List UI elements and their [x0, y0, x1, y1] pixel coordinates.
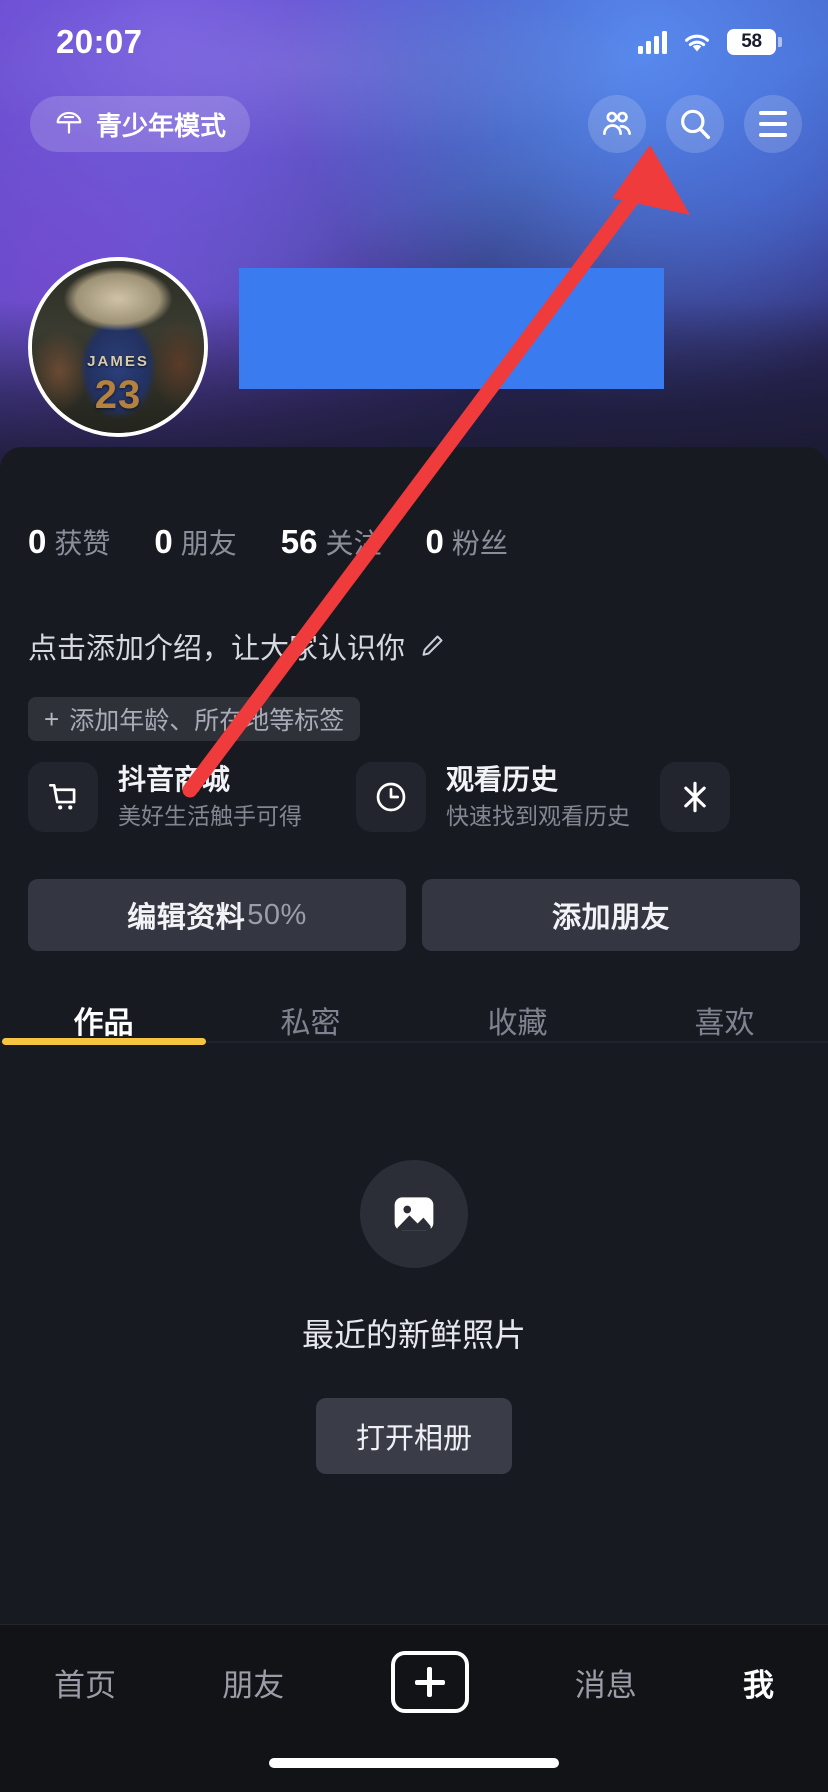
add-friend-label: 添加朋友: [551, 902, 670, 934]
nav-label: 消息: [574, 1667, 637, 1703]
clock-icon: [376, 782, 406, 812]
stat-value: 0: [425, 523, 444, 560]
create-post-button[interactable]: [390, 1651, 469, 1713]
wifi-icon: [685, 34, 709, 52]
stat-value: 56: [280, 523, 318, 560]
shortcut-spark-partial[interactable]: [660, 762, 730, 832]
status-bar-indicators: 58: [638, 29, 782, 55]
pencil-icon[interactable]: [417, 631, 447, 661]
stat-likes[interactable]: 0 获赞: [28, 522, 110, 562]
status-bar: 20:07 58: [0, 0, 828, 84]
shopping-cart-icon: [48, 783, 76, 810]
nav-label: 朋友: [222, 1667, 285, 1703]
battery-icon: 58: [727, 29, 782, 55]
stat-friends[interactable]: 0 朋友: [154, 522, 236, 562]
stat-followers[interactable]: 0 粉丝: [425, 522, 507, 562]
empty-state-title: 最近的新鲜照片: [301, 1317, 526, 1353]
avatar-jersey-name: JAMES: [87, 353, 149, 370]
friends-icon: [603, 111, 631, 135]
nav-label: 我: [743, 1667, 774, 1703]
shortcut-subtitle: 美好生活触手可得: [118, 803, 302, 829]
header-icon-group: [588, 95, 802, 153]
nav-friends[interactable]: 朋友: [222, 1660, 284, 1705]
tab-label: 作品: [73, 1007, 134, 1040]
header-action-bar: 青少年模式: [0, 95, 828, 153]
stat-following[interactable]: 56 关注: [281, 522, 382, 562]
search-icon-button[interactable]: [666, 95, 724, 153]
bottom-nav-items: 首页 朋友 消息 我: [0, 1625, 828, 1713]
profile-stats-row: 0 获赞 0 朋友 56 关注 0 粉丝: [28, 522, 508, 562]
tab-works[interactable]: 作品: [0, 998, 207, 1042]
bio-placeholder: 点击添加介绍，让大家认识你: [28, 633, 406, 665]
tab-label: 收藏: [487, 1007, 548, 1040]
open-album-label: 打开相册: [355, 1423, 472, 1455]
profile-action-buttons: 编辑资料 50% 添加朋友: [28, 879, 800, 951]
search-icon: [681, 109, 711, 140]
username-redaction-block: [239, 268, 664, 389]
clock-icon-box: [356, 762, 426, 833]
shopping-cart-icon-box: [28, 762, 98, 833]
content-tabs: 作品 私密 收藏 喜欢: [0, 976, 828, 1064]
nav-messages[interactable]: 消息: [575, 1660, 637, 1705]
add-tags-chip[interactable]: + 添加年龄、所在地等标签: [28, 697, 361, 741]
bio-row[interactable]: 点击添加介绍，让大家认识你: [28, 625, 447, 667]
tab-label: 私密: [280, 1007, 341, 1040]
friends-icon-button[interactable]: [588, 95, 646, 153]
stat-value: 0: [28, 523, 47, 560]
stat-label: 关注: [325, 528, 382, 559]
menu-icon-button[interactable]: [744, 95, 802, 153]
tab-favorites[interactable]: 收藏: [414, 998, 621, 1042]
status-bar-clock: 20:07: [56, 23, 143, 60]
edit-profile-percent: 50%: [247, 898, 307, 931]
active-tab-indicator: [2, 1038, 206, 1045]
add-friend-button[interactable]: 添加朋友: [422, 879, 800, 951]
avatar-jersey-number: 23: [94, 373, 142, 417]
open-album-button[interactable]: 打开相册: [316, 1398, 512, 1474]
tab-likes[interactable]: 喜欢: [621, 998, 828, 1042]
shortcut-subtitle: 快速找到观看历史: [446, 803, 630, 829]
edit-profile-label: 编辑资料: [127, 902, 246, 934]
photo-icon: [394, 1197, 434, 1231]
teen-mode-button[interactable]: 青少年模式: [30, 96, 251, 152]
add-tags-label: 添加年龄、所在地等标签: [69, 707, 345, 735]
battery-level: 58: [741, 31, 762, 52]
shortcut-card-row: 抖音商城 美好生活触手可得 观看历史 快速找到观看历史: [28, 762, 828, 833]
stat-label: 获赞: [54, 528, 111, 559]
stat-label: 粉丝: [451, 528, 508, 559]
empty-state: 最近的新鲜照片 打开相册: [0, 1160, 828, 1474]
cellular-bars-icon: [638, 30, 667, 54]
shortcut-history[interactable]: 观看历史 快速找到观看历史: [356, 762, 630, 833]
edit-profile-button[interactable]: 编辑资料 50%: [28, 879, 406, 951]
shortcut-mall-text: 抖音商城 美好生活触手可得: [118, 762, 302, 832]
home-indicator: [269, 1758, 559, 1768]
plus-create-icon: [414, 1667, 445, 1697]
photo-icon-circle: [360, 1160, 468, 1268]
umbrella-icon: [56, 111, 82, 134]
tab-label: 喜欢: [694, 1007, 755, 1040]
bottom-navigation: 首页 朋友 消息 我: [0, 1624, 828, 1792]
stat-label: 朋友: [180, 528, 237, 559]
nav-profile[interactable]: 我: [743, 1660, 774, 1705]
nav-label: 首页: [54, 1667, 116, 1703]
app-screen: 20:07 58 青少年模式 JAMES 23 0 获赞 0 朋友 56 关注 …: [0, 0, 828, 1792]
plus-icon: +: [44, 704, 60, 734]
shortcut-mall[interactable]: 抖音商城 美好生活触手可得: [28, 762, 302, 833]
avatar[interactable]: JAMES 23: [28, 257, 208, 437]
nav-home[interactable]: 首页: [54, 1660, 116, 1705]
douyin-spark-icon: [684, 781, 706, 813]
menu-icon: [759, 111, 787, 137]
tab-private[interactable]: 私密: [207, 998, 414, 1042]
shortcut-title: 观看历史: [446, 764, 559, 795]
stat-value: 0: [154, 523, 173, 560]
teen-mode-label: 青少年模式: [96, 110, 227, 141]
shortcut-title: 抖音商城: [118, 764, 231, 795]
shortcut-history-text: 观看历史 快速找到观看历史: [446, 762, 630, 832]
